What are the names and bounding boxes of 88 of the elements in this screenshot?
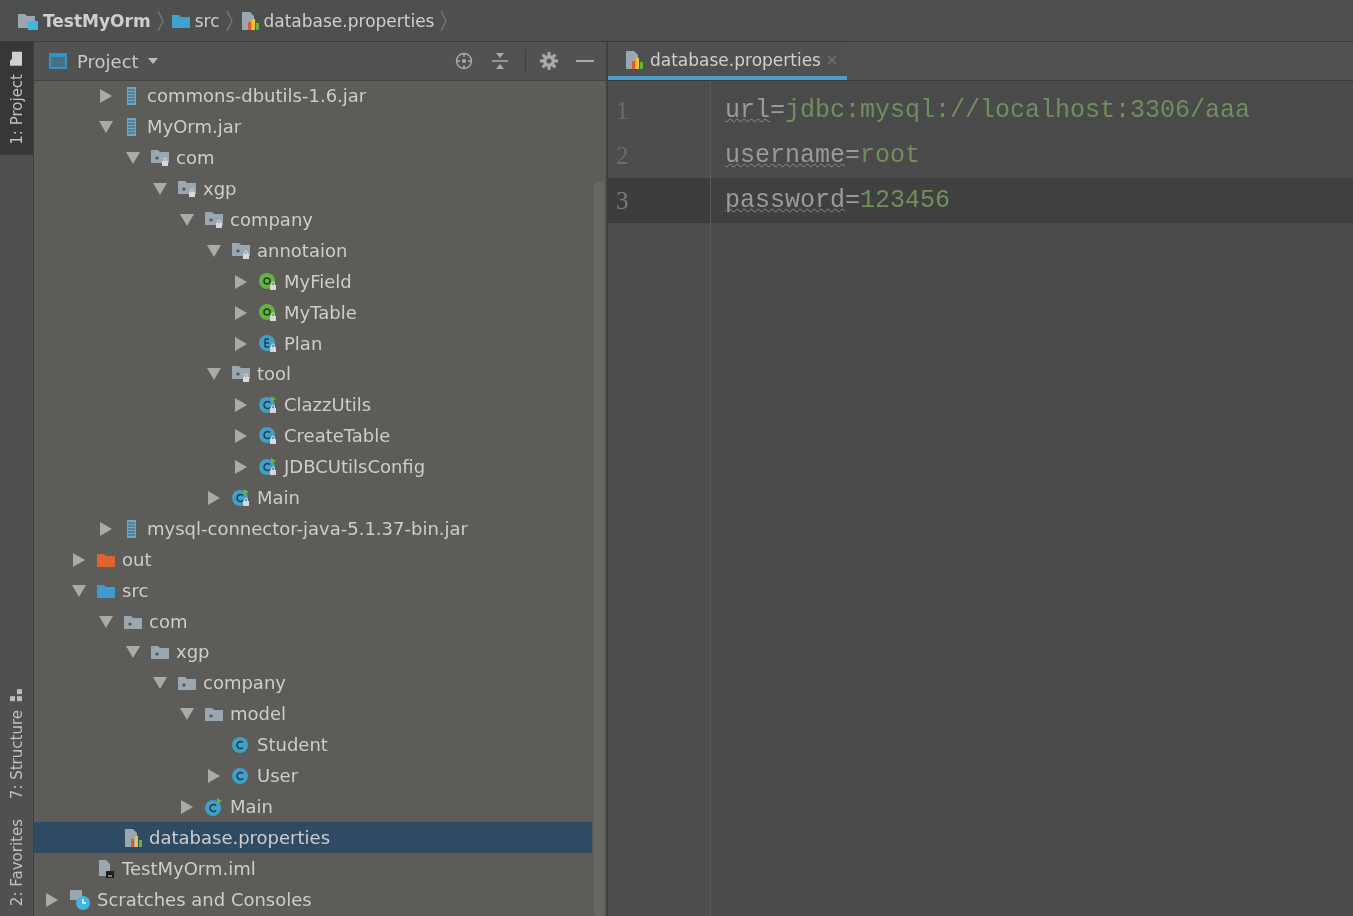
tree-item[interactable]: xgp: [34, 173, 592, 205]
runnable-class-icon: [231, 488, 251, 508]
properties-file-icon: [239, 10, 260, 31]
package-icon: [204, 706, 224, 723]
package-icon: [123, 613, 143, 630]
module-file-icon: [96, 858, 116, 879]
collapse-all-button[interactable]: [489, 50, 511, 72]
locate-button[interactable]: [453, 50, 475, 72]
caret-icon: [147, 58, 158, 64]
tree-item[interactable]: out: [34, 544, 592, 576]
close-icon: [827, 55, 837, 65]
tree-item[interactable]: MyTable: [34, 297, 592, 329]
locate-icon: [455, 52, 473, 70]
tree-item[interactable]: tool: [34, 359, 592, 390]
equals-sign: =: [845, 141, 861, 170]
settings-icon: [540, 52, 558, 70]
package-icon: [177, 179, 197, 200]
properties-file-icon: [123, 827, 143, 848]
tree-item[interactable]: com: [34, 606, 592, 638]
tree-item[interactable]: xgp: [34, 637, 592, 668]
equals-sign: =: [845, 186, 861, 215]
breadcrumb[interactable]: src: [167, 10, 223, 31]
tree-item[interactable]: TestMyOrm.iml: [34, 853, 592, 885]
tool-window-tab[interactable]: 2: Favorites: [0, 808, 33, 916]
properties-file-icon: [624, 50, 644, 70]
tree-item[interactable]: Main: [34, 482, 592, 514]
tree-item[interactable]: Scratches and Consoles: [34, 884, 592, 916]
chevron-icon: [225, 9, 234, 32]
tree-item[interactable]: company: [34, 667, 592, 699]
tree-item[interactable]: database.properties: [34, 822, 592, 854]
class-icon: [231, 766, 251, 787]
tree-item[interactable]: CreateTable: [34, 420, 592, 452]
window-icon: [48, 52, 68, 70]
tree-item[interactable]: src: [34, 575, 592, 607]
tree-item[interactable]: User: [34, 760, 592, 792]
package-icon: [177, 675, 197, 692]
tree-item[interactable]: annotaion: [34, 235, 592, 267]
package-icon: [231, 364, 251, 385]
property-key: username: [725, 141, 846, 170]
package-icon: [150, 148, 170, 169]
view-dropdown[interactable]: Project: [48, 50, 158, 72]
tree-item[interactable]: Plan: [34, 328, 592, 359]
structure-icon: [9, 687, 24, 702]
tree-item[interactable]: ClazzUtils: [34, 389, 592, 421]
package-icon: [231, 240, 251, 261]
folder-icon: [9, 51, 24, 67]
minimize-button[interactable]: [574, 58, 596, 64]
property-value: 123456: [860, 186, 951, 215]
settings-button[interactable]: [525, 50, 560, 72]
collapse-all-icon: [491, 52, 509, 70]
tree-item[interactable]: com: [34, 142, 592, 174]
tree-item[interactable]: commons-dbutils-1.6.jar: [34, 81, 592, 112]
line-number: 3: [608, 178, 710, 223]
tree-item[interactable]: JDBCUtilsConfig: [34, 451, 592, 483]
folder-icon: [96, 582, 116, 599]
tree-item[interactable]: MyOrm.jar: [34, 111, 592, 143]
folder-icon: [96, 551, 116, 568]
tree-item[interactable]: mysql-connector-java-5.1.37-bin.jar: [34, 513, 592, 545]
enum-icon: [258, 333, 278, 354]
class-icon: [258, 426, 278, 447]
folder-icon: [170, 12, 191, 29]
class-icon: [231, 735, 251, 756]
property-key: url: [725, 96, 770, 125]
project-folder-icon: [17, 11, 39, 30]
annotation-icon: [258, 302, 278, 323]
property-value: jdbc:mysql://localhost:3306/aaa: [785, 96, 1251, 125]
chevron-icon: [440, 9, 449, 32]
tree-item[interactable]: MyField: [34, 266, 592, 298]
chevron-icon: [156, 9, 165, 32]
breadcrumb[interactable]: database.properties: [236, 10, 438, 31]
tree-item[interactable]: Main: [34, 791, 592, 823]
property-value: root: [860, 141, 921, 170]
package-icon: [204, 210, 224, 230]
tool-window-tab[interactable]: 1: Project: [0, 42, 33, 155]
breadcrumb[interactable]: TestMyOrm: [14, 10, 154, 31]
minimize-icon: [576, 60, 594, 62]
equals-sign: =: [770, 96, 786, 125]
runnable-class-icon: [258, 395, 278, 416]
scratches-icon: [69, 888, 91, 911]
property-key: password: [725, 186, 846, 215]
package-icon: [150, 644, 170, 661]
runnable-class-icon: [204, 796, 224, 817]
tool-window-tab[interactable]: 7: Structure: [0, 677, 33, 809]
tree-item[interactable]: company: [34, 204, 592, 236]
runnable-class-icon: [258, 457, 278, 478]
tree-item[interactable]: Student: [34, 729, 592, 761]
annotation-icon: [258, 271, 278, 292]
tree-item[interactable]: model: [34, 698, 592, 730]
